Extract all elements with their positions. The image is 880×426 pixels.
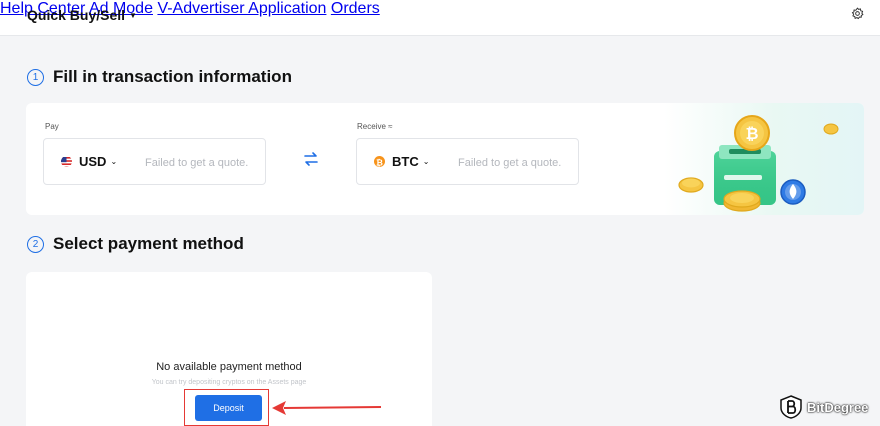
pay-currency-select[interactable]: USD ⌄: [61, 154, 117, 169]
empty-state-hint: You can try depositing cryptos on the As…: [151, 379, 307, 386]
step-1-title: Fill in transaction information: [53, 67, 292, 86]
svg-text:₿: ₿: [745, 125, 758, 143]
quick-buy-sell-menu[interactable]: Quick Buy/Sell ▼: [27, 7, 137, 23]
step-2-title: Select payment method: [53, 234, 244, 253]
btc-icon: ₿: [374, 156, 385, 167]
pay-quote-placeholder: Failed to get a quote.: [145, 157, 249, 169]
step-1-heading: 1 Fill in transaction information: [27, 67, 292, 87]
pay-label: Pay: [45, 122, 59, 131]
us-flag-icon: [61, 156, 72, 167]
brand-title: Quick Buy/Sell: [27, 7, 126, 23]
swap-icon[interactable]: [302, 150, 320, 168]
watermark-text: BitDegree: [807, 399, 869, 415]
nav-orders[interactable]: Orders: [331, 0, 380, 17]
step-1-number: 1: [27, 68, 44, 86]
receive-quote-placeholder: Failed to get a quote.: [458, 157, 562, 169]
bitdegree-logo-icon: [780, 395, 802, 419]
chevron-down-icon: ⌄: [422, 157, 430, 166]
receive-field[interactable]: ₿ BTC ⌄ Failed to get a quote.: [356, 138, 579, 185]
receive-currency-select[interactable]: ₿ BTC ⌄: [374, 154, 429, 169]
chevron-down-icon: ⌄: [110, 157, 118, 166]
red-arrow-icon: [272, 401, 382, 415]
empty-state-title: No available payment method: [156, 361, 302, 373]
step-2-number: 2: [27, 235, 44, 253]
top-bar: Quick Buy/Sell ▼ Help Center Ad Mode V-A…: [0, 0, 880, 36]
bitdegree-watermark: BitDegree: [780, 395, 868, 419]
svg-text:₿: ₿: [376, 158, 383, 167]
nav-v-advertiser-application[interactable]: V-Advertiser Application: [157, 0, 326, 17]
receive-currency: BTC: [392, 154, 419, 169]
receive-label: Receive ≈: [357, 122, 393, 131]
chevron-down-icon: ▼: [129, 11, 137, 20]
pay-field[interactable]: USD ⌄ Failed to get a quote.: [43, 138, 266, 185]
coin-illustration: ₿: [678, 115, 839, 212]
pay-currency: USD: [79, 154, 107, 169]
deposit-button[interactable]: Deposit: [195, 395, 262, 421]
gear-icon[interactable]: [851, 7, 864, 20]
step-2-heading: 2 Select payment method: [27, 234, 244, 254]
